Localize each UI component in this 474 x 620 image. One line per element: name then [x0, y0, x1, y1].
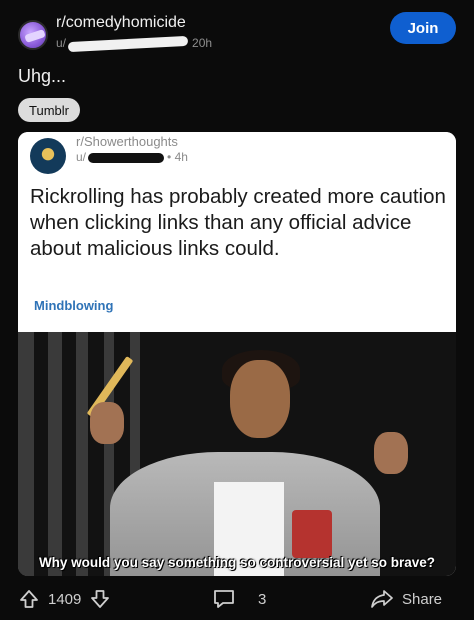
post-header: r/comedyhomicide u/20h Join	[14, 12, 460, 56]
embedded-post-screenshot: r/Showerthoughts u/• 4h Rickrolling has …	[18, 132, 456, 332]
arrow-up-icon[interactable]	[18, 588, 40, 610]
action-bar: 1409 3 Share	[0, 580, 474, 620]
username-prefix[interactable]: u/	[56, 36, 66, 50]
figure-hand-right	[374, 432, 408, 474]
comment-button[interactable]: 3	[212, 588, 266, 610]
share-button[interactable]: Share	[370, 588, 442, 610]
vote-group: 1409	[18, 588, 111, 610]
embedded-subreddit: r/Showerthoughts	[76, 134, 178, 149]
embedded-post-text: Rickrolling has probably created more ca…	[30, 185, 446, 260]
embedded-age: 4h	[174, 150, 188, 164]
comment-count: 3	[258, 590, 267, 608]
comment-icon	[212, 588, 236, 610]
arrow-down-icon[interactable]	[89, 588, 111, 610]
figure-head	[230, 360, 290, 438]
post-flair[interactable]: Tumblr	[18, 98, 80, 122]
subreddit-name[interactable]: r/comedyhomicide	[56, 14, 186, 32]
post-image[interactable]: r/Showerthoughts u/• 4h Rickrolling has …	[18, 132, 456, 576]
embedded-meta: u/• 4h	[76, 150, 188, 164]
embedded-flair: Mindblowing	[34, 298, 114, 313]
redaction-scribble	[67, 35, 189, 52]
embedded-avatar	[30, 138, 66, 174]
embedded-user-prefix: u/	[76, 150, 87, 164]
curtain-stripe	[18, 332, 34, 576]
vote-count: 1409	[48, 590, 82, 608]
subreddit-avatar[interactable]	[18, 20, 48, 50]
figure-hand-left	[90, 402, 124, 444]
share-arrow-icon	[370, 588, 394, 610]
embedded-redaction-scribble	[88, 152, 165, 163]
meme-image: Why would you say something so controver…	[18, 332, 456, 576]
red-cup	[292, 510, 332, 558]
meme-caption: Why would you say something so controver…	[38, 555, 436, 570]
curtain-stripe	[76, 332, 88, 576]
post-meta: u/20h	[56, 35, 213, 52]
join-button[interactable]: Join	[390, 12, 456, 44]
post-age: 20h	[192, 36, 213, 50]
share-label: Share	[402, 590, 443, 608]
curtain-stripe	[48, 332, 62, 576]
post-title[interactable]: Uhg...	[18, 66, 66, 87]
